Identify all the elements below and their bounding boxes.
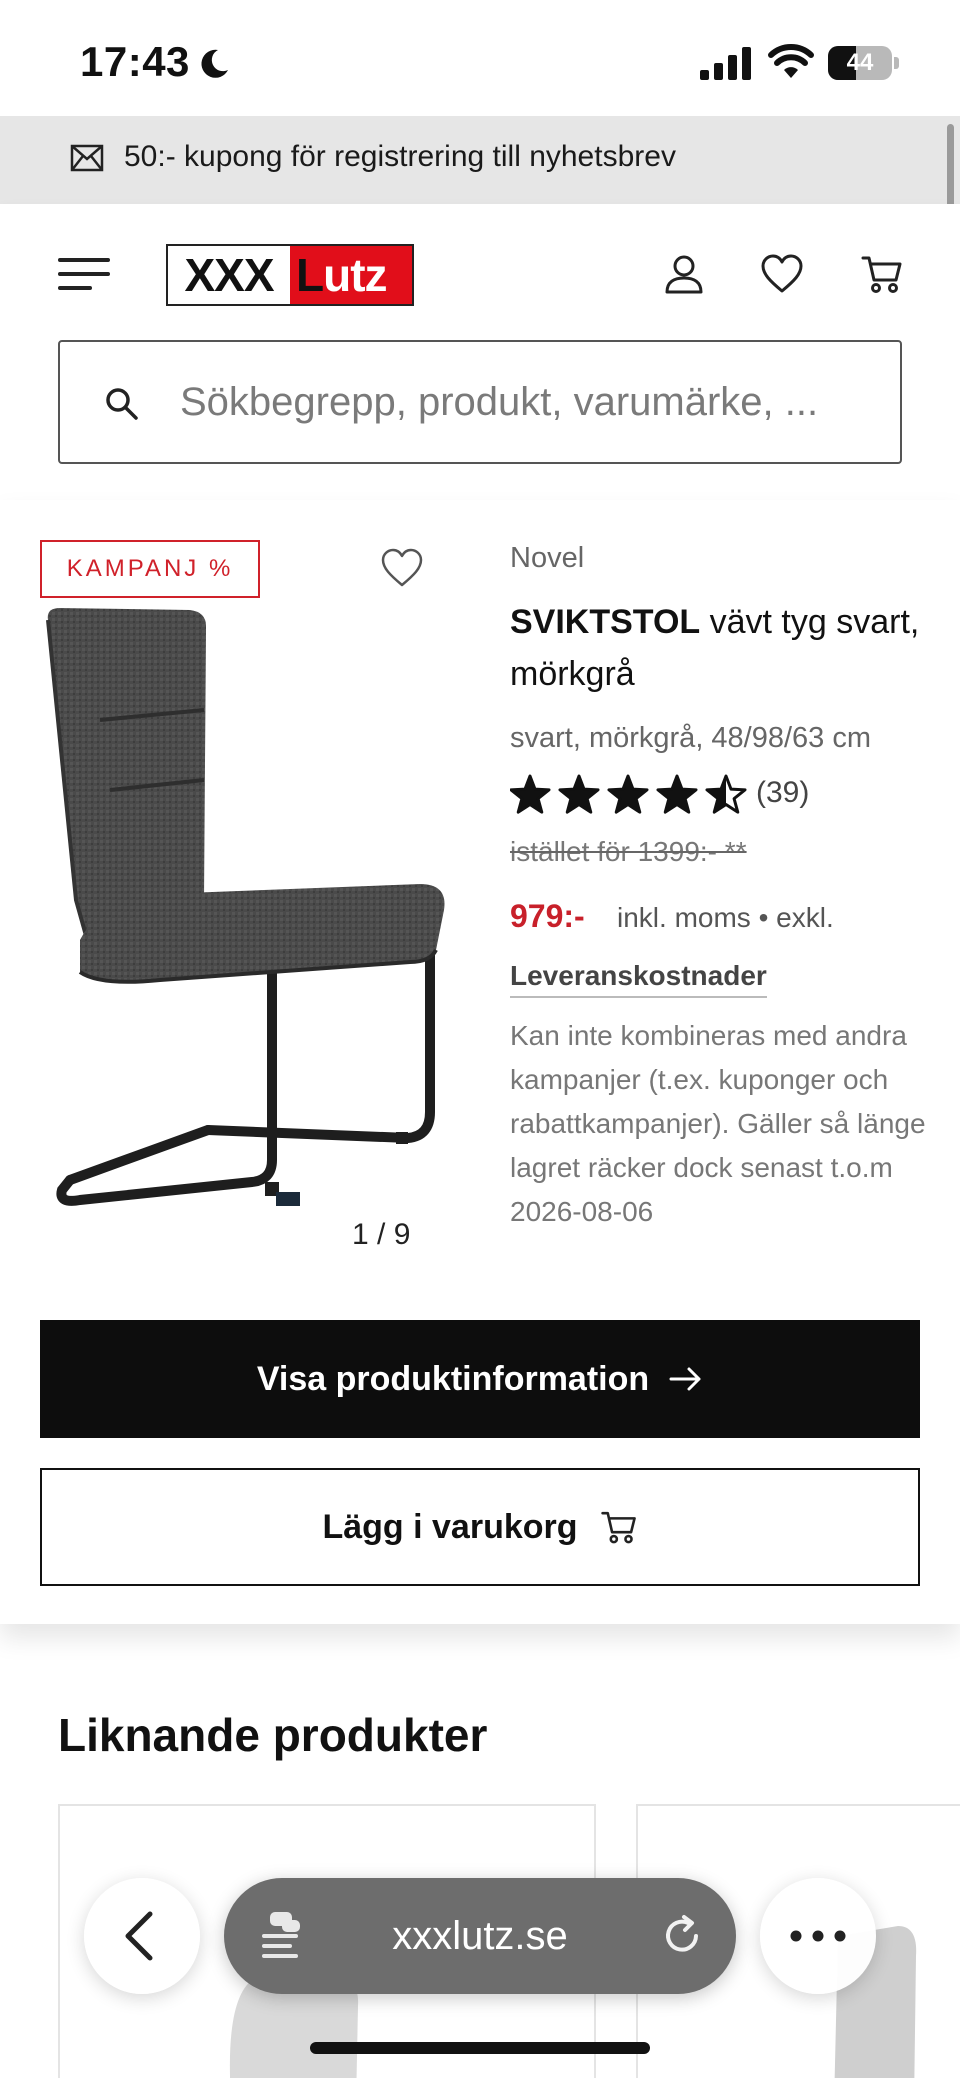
arrow-right-icon [669,1367,701,1391]
more-dots-icon [790,1930,846,1942]
product-card: KAMPANJ % 1 / 9 Novel SVIKTSTOL vävt tyg… [0,500,960,1624]
site-header: XXX Lutz [0,204,960,500]
newsletter-promo-bar[interactable]: 50:- kupong för registrering till nyhets… [0,116,960,204]
cart-icon [600,1511,636,1544]
cellular-signal-icon [700,47,751,80]
logo-xxx: XXX [168,246,290,304]
star-icon [607,774,649,814]
battery-icon: 44 [828,46,900,80]
promo-text: 50:- kupong för registrering till nyhets… [124,140,676,173]
similar-products-heading: Liknande produkter [58,1709,488,1761]
add-to-cart-button[interactable]: Lägg i varukorg [40,1468,920,1586]
campaign-badge: KAMPANJ % [40,540,260,598]
product-title[interactable]: SVIKTSTOL vävt tyg svart, mörkgrå [510,596,930,700]
battery-level: 44 [846,49,874,76]
status-time: 17:43 [80,38,190,85]
current-price: 979:- [510,898,585,934]
hamburger-menu-icon[interactable] [58,256,110,292]
chevron-left-icon [125,1911,153,1961]
wifi-icon [768,44,814,78]
logo-lutz: Lutz [290,246,412,304]
cart-icon[interactable] [860,252,904,296]
browser-more-button[interactable] [760,1878,876,1994]
status-bar: 17:43 44 [0,0,960,116]
campaign-note: Kan inte kombineras med andra kampanjer … [510,1020,926,1227]
image-pager: 1 / 9 [352,1218,411,1251]
product-brand[interactable]: Novel [510,542,584,575]
moon-icon [201,49,228,78]
show-product-info-label: Visa produktinformation [256,1359,650,1398]
vat-info: inkl. moms • exkl. [617,902,834,933]
show-product-info-button[interactable]: Visa produktinformation [40,1320,920,1438]
reload-icon[interactable] [660,1914,704,1958]
old-price: istället för 1399:- ** [510,836,747,867]
heart-wishlist-icon[interactable] [380,546,424,590]
search-box[interactable] [58,340,902,464]
shipping-costs-link[interactable]: Leveranskostnader [510,960,767,998]
review-count[interactable]: (39) [756,776,809,810]
star-icon [510,774,551,814]
star-icon [558,774,600,814]
xxxlutz-logo[interactable]: XXX Lutz [166,244,414,306]
rating-stars[interactable] [510,772,750,818]
user-account-icon[interactable] [662,252,706,296]
home-indicator[interactable] [310,2042,650,2054]
envelope-icon [70,144,104,172]
star-icon [705,774,747,814]
product-variant: svart, mörkgrå, 48/98/63 cm [510,722,872,754]
heart-wishlist-icon[interactable] [760,252,804,296]
browser-address-bar[interactable]: xxxlutz.se [224,1878,736,1994]
add-to-cart-label: Lägg i varukorg [322,1507,578,1546]
search-icon [106,388,138,420]
browser-back-button[interactable] [84,1878,200,1994]
search-input[interactable] [180,372,870,432]
star-icon [656,774,698,814]
